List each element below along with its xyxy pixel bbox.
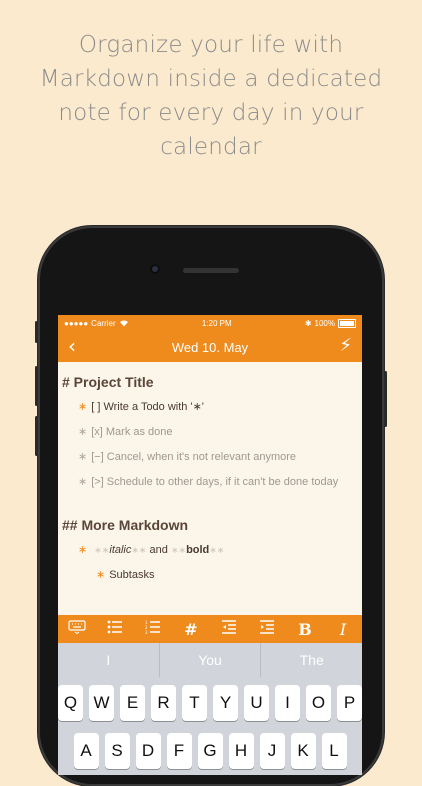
bold-marker-end: ∗∗ [209, 545, 225, 555]
keyboard-dismiss-icon[interactable] [62, 620, 92, 638]
section-heading: ## More Markdown [62, 517, 189, 533]
key-k[interactable]: K [290, 733, 316, 769]
key-d[interactable]: D [135, 733, 161, 769]
wifi-icon [119, 319, 129, 329]
todo-item-scheduled[interactable]: ∗ [>] Schedule to other days, if it can't… [58, 473, 362, 491]
subtask-text: Subtasks [109, 569, 155, 581]
predictive-bar: I You The [58, 643, 362, 677]
key-j[interactable]: J [259, 733, 285, 769]
key-e[interactable]: E [120, 685, 145, 721]
key-w[interactable]: W [89, 685, 114, 721]
signal-icon: ●●●●● [64, 319, 89, 328]
headline-line-3: note for every day in your [58, 100, 364, 126]
key-r[interactable]: R [151, 685, 176, 721]
headline-line-1: Organize your life with [78, 32, 344, 58]
note-editor[interactable]: # Project Title ∗[ ] Write a Todo with '… [58, 362, 362, 584]
keyboard: Q W E R T Y U I O P A S D F G H J K L [58, 677, 362, 775]
star-marker: ∗ [78, 451, 88, 463]
todo-text: [ ] Write a Todo with '∗' [91, 401, 204, 413]
indent-icon[interactable] [252, 620, 282, 638]
todo-text: [>] Schedule to other days, if it can't … [91, 476, 339, 488]
bullet-list-icon[interactable] [100, 620, 130, 638]
markdown-example-line[interactable]: ∗ ∗∗italic∗∗ and ∗∗bold∗∗ [58, 541, 362, 559]
suggestion-1[interactable]: I [58, 643, 160, 677]
carrier-label: Carrier [91, 319, 116, 328]
star-marker: ∗ [96, 569, 106, 581]
bold-marker: ∗∗ [170, 545, 187, 555]
key-p[interactable]: P [337, 685, 362, 721]
heading-hash-button[interactable]: # [176, 620, 206, 639]
battery-icon [338, 319, 356, 328]
key-a[interactable]: A [73, 733, 99, 769]
todo-item[interactable]: ∗[ ] Write a Todo with '∗' [58, 398, 362, 416]
todo-item-cancelled[interactable]: ∗ [−] Cancel, when it's not relevant anym… [58, 448, 362, 466]
headline-line-4: calendar [160, 134, 262, 160]
phone-screen: ●●●●● Carrier 1:20 PM ✱ 100% ‹ Wed 10. M… [58, 315, 362, 775]
headline-line-2: Markdown inside a dedicated [39, 66, 383, 92]
italic-marker-end: ∗∗ [131, 545, 147, 555]
bold-button[interactable]: B [290, 620, 320, 639]
lightning-icon[interactable]: ⚡ [339, 335, 352, 356]
status-time: 1:20 PM [201, 319, 232, 328]
status-bar: ●●●●● Carrier 1:20 PM ✱ 100% [58, 315, 362, 332]
back-chevron-icon[interactable]: ‹ [68, 336, 76, 356]
star-marker: ∗ [78, 544, 88, 556]
suggestion-3[interactable]: The [261, 643, 362, 677]
numbered-list-icon[interactable]: 123 [138, 620, 168, 638]
key-o[interactable]: O [306, 685, 331, 721]
key-s[interactable]: S [104, 733, 130, 769]
headline: Organize your life with Markdown inside … [0, 28, 422, 164]
todo-text: [x] Mark as done [91, 426, 173, 438]
bold-word: bold [186, 544, 210, 556]
key-g[interactable]: G [197, 733, 223, 769]
outdent-icon[interactable] [214, 620, 244, 638]
nav-bar: ‹ Wed 10. May ⚡ [58, 332, 362, 362]
todo-text: [−] Cancel, when it's not relevant anymo… [91, 451, 297, 463]
subtask-line[interactable]: ∗ Subtasks [58, 566, 362, 584]
battery-percent: 100% [314, 319, 335, 328]
star-marker: ∗ [78, 476, 88, 488]
key-q[interactable]: Q [58, 685, 83, 721]
power-button [384, 371, 387, 427]
mute-switch [35, 321, 38, 343]
volume-up-button [35, 366, 38, 406]
note-title: # Project Title [62, 374, 154, 390]
key-i[interactable]: I [275, 685, 300, 721]
key-l[interactable]: L [321, 733, 347, 769]
earpiece-speaker [183, 268, 239, 273]
key-h[interactable]: H [228, 733, 254, 769]
format-toolbar: 123 # B I [58, 615, 362, 643]
svg-text:3: 3 [145, 630, 148, 634]
italic-button[interactable]: I [328, 620, 358, 639]
keyboard-row-2: A S D F G H J K L [58, 733, 362, 769]
italic-word: italic [109, 544, 132, 556]
key-t[interactable]: T [182, 685, 207, 721]
todo-item-done[interactable]: ∗ [x] Mark as done [58, 423, 362, 441]
italic-marker: ∗∗ [94, 545, 110, 555]
key-y[interactable]: Y [213, 685, 238, 721]
star-marker: ∗ [78, 401, 88, 413]
bluetooth-icon: ✱ [304, 319, 312, 328]
key-f[interactable]: F [166, 733, 192, 769]
suggestion-2[interactable]: You [160, 643, 262, 677]
key-u[interactable]: U [244, 685, 269, 721]
and-word: and [149, 544, 168, 556]
nav-title: Wed 10. May [171, 339, 249, 355]
volume-down-button [35, 416, 38, 456]
keyboard-row-1: Q W E R T Y U I O P [58, 685, 362, 721]
phone-frame: ●●●●● Carrier 1:20 PM ✱ 100% ‹ Wed 10. M… [35, 226, 387, 786]
front-camera [150, 264, 160, 274]
star-marker: ∗ [78, 426, 88, 438]
